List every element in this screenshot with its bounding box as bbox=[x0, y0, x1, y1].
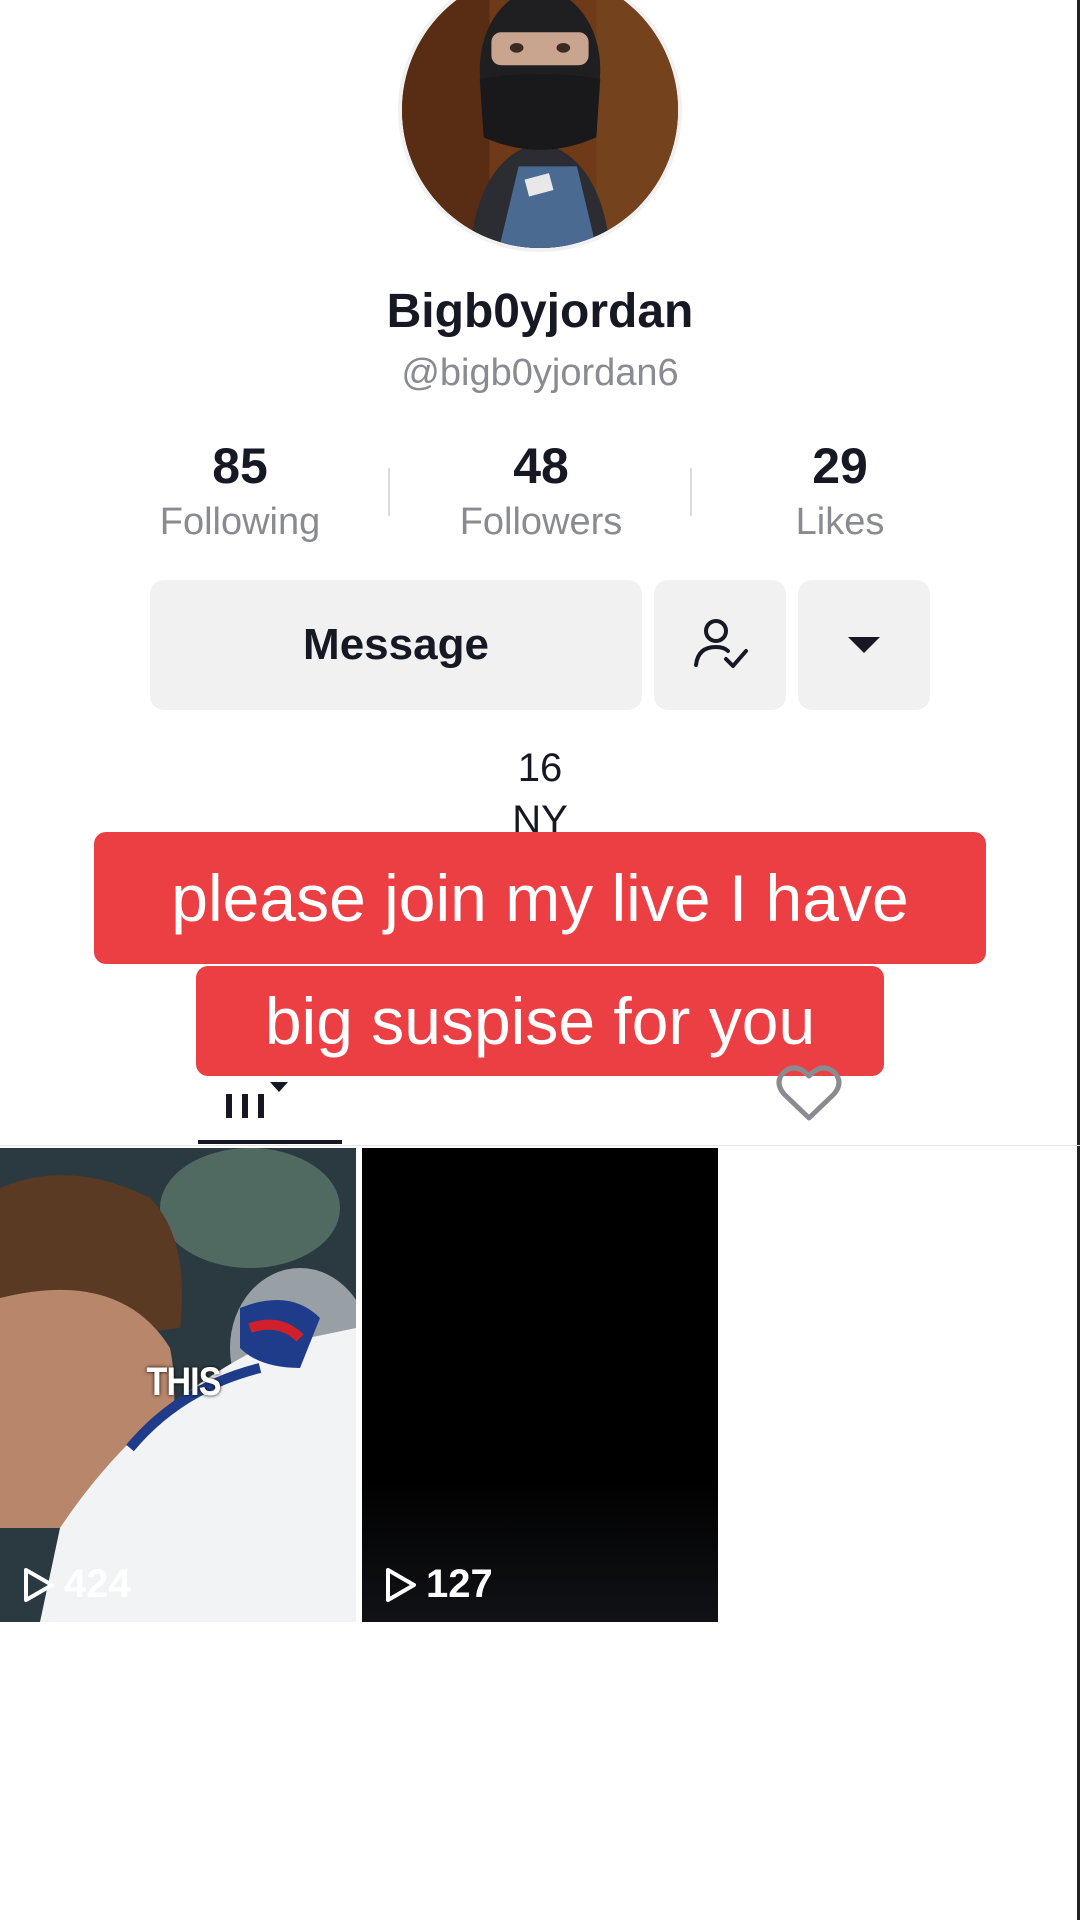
likes-label: Likes bbox=[795, 501, 885, 543]
followers-stat[interactable]: 48 Followers bbox=[391, 436, 691, 548]
view-count-value: 127 bbox=[426, 1562, 493, 1606]
tab-liked[interactable] bbox=[776, 1062, 842, 1122]
heart-icon bbox=[776, 1065, 842, 1121]
profile-stats: 85 Following 48 Followers 29 Likes bbox=[0, 436, 1080, 556]
avatar[interactable] bbox=[398, 0, 682, 252]
tab-videos[interactable] bbox=[222, 1072, 292, 1122]
view-count-value: 424 bbox=[64, 1562, 131, 1606]
overlay-caption-line-1: please join my live I have bbox=[94, 832, 986, 964]
overlay-caption-line-2: big suspise for you bbox=[196, 966, 884, 1076]
play-icon bbox=[24, 1567, 54, 1602]
following-stat[interactable]: 85 Following bbox=[90, 436, 390, 548]
tab-divider bbox=[0, 1145, 1080, 1146]
avatar-photo bbox=[402, 0, 678, 248]
caret-down-icon bbox=[848, 637, 880, 653]
bio-age: 16 bbox=[517, 746, 563, 790]
likes-count: 29 bbox=[812, 438, 868, 494]
message-button[interactable]: Message bbox=[150, 580, 642, 710]
suggested-accounts-button[interactable] bbox=[798, 580, 930, 710]
likes-stat[interactable]: 29 Likes bbox=[690, 436, 990, 548]
video-thumbnail[interactable]: 127 bbox=[362, 1148, 718, 1622]
video-thumbnail[interactable]: THIS 424 bbox=[0, 1148, 356, 1622]
followers-label: Followers bbox=[459, 501, 623, 543]
active-tab-indicator bbox=[198, 1140, 342, 1144]
following-count: 85 bbox=[212, 438, 268, 494]
view-count: 424 bbox=[22, 1562, 131, 1607]
username-handle: @bigb0yjordan6 bbox=[401, 352, 679, 394]
grid-icon bbox=[226, 1082, 288, 1118]
following-label: Following bbox=[159, 501, 321, 543]
view-count: 127 bbox=[384, 1562, 493, 1607]
followers-count: 48 bbox=[513, 438, 569, 494]
stat-divider bbox=[388, 468, 390, 516]
play-icon bbox=[386, 1567, 416, 1602]
stat-divider bbox=[690, 468, 692, 516]
person-check-icon bbox=[694, 619, 748, 668]
following-status-button[interactable] bbox=[654, 580, 786, 710]
video-caption-text: THIS bbox=[146, 1360, 222, 1404]
display-name: Bigb0yjordan bbox=[386, 285, 694, 338]
